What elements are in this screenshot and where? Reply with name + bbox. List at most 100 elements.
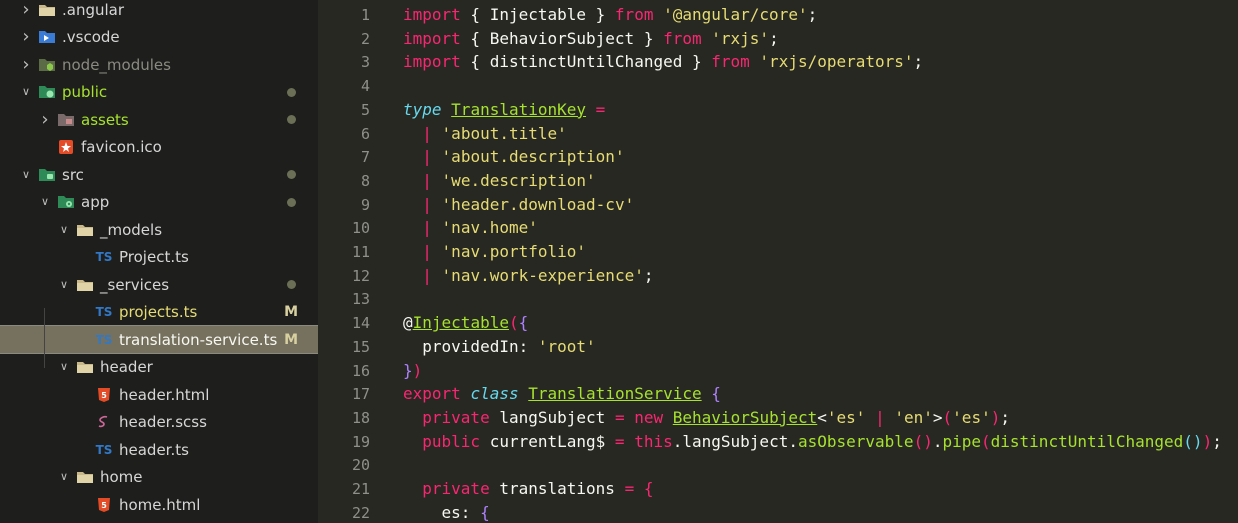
explorer-item-vscode[interactable]: › .vscode xyxy=(0,24,318,51)
code-line[interactable]: | 'we.description' xyxy=(403,170,596,190)
explorer-item-node-modules[interactable]: › node_modules xyxy=(0,51,318,78)
explorer-item-header-scss[interactable]: header.scss xyxy=(0,409,318,436)
vscode-folder-icon xyxy=(38,29,56,45)
code-line[interactable]: export class TranslationService { xyxy=(403,384,721,403)
sass-icon xyxy=(95,414,113,430)
explorer-item-label: _services xyxy=(100,275,170,294)
explorer-item-header-html[interactable]: 5 header.html xyxy=(0,381,318,408)
vscode-window: › .angular › .vscode › node_modules ∨ public › as… xyxy=(0,0,1238,523)
modified-dot xyxy=(287,115,296,124)
line-number: 11 xyxy=(351,243,370,261)
explorer-item-src[interactable]: ∨ src xyxy=(0,161,318,188)
code-editor[interactable]: 1 import { Injectable } from '@angular/co… xyxy=(318,0,1238,523)
line-number: 6 xyxy=(360,124,370,143)
line-number: 19 xyxy=(351,432,370,451)
explorer-item-header[interactable]: ∨ header xyxy=(0,354,318,381)
code-line[interactable]: public currentLang$ = this.langSubject.a… xyxy=(403,432,1222,451)
code-line[interactable]: | 'nav.work-experience'; xyxy=(403,266,653,285)
chevron-down-icon[interactable]: ∨ xyxy=(39,196,51,208)
code-token: () xyxy=(913,431,933,451)
modified-dot xyxy=(287,280,296,289)
code-line[interactable]: providedIn: 'root' xyxy=(403,337,595,356)
code-token: 'es' xyxy=(826,407,866,427)
code-token: @ xyxy=(403,313,413,333)
explorer-item-header-ts[interactable]: TS header.ts xyxy=(0,436,318,463)
chevron-down-icon[interactable]: ∨ xyxy=(58,278,70,291)
code-line[interactable]: es: { xyxy=(403,503,490,522)
code-line[interactable]: | 'about.description' xyxy=(403,147,624,167)
line-number: 15 xyxy=(351,337,370,356)
explorer-item-services[interactable]: ∨ _services xyxy=(0,271,318,298)
chevron-down-icon[interactable]: ∨ xyxy=(58,223,70,236)
chevron-right-icon[interactable]: › xyxy=(20,28,32,46)
code-token: | xyxy=(422,147,432,167)
code-line[interactable]: }) xyxy=(403,361,422,380)
code-token: export xyxy=(403,384,461,404)
code-token: langSubject xyxy=(489,407,615,427)
line-number: 16 xyxy=(351,361,370,380)
line-number: 21 xyxy=(351,480,370,498)
code-token: from xyxy=(711,52,750,72)
chevron-right-icon[interactable]: › xyxy=(20,55,32,73)
line-number: 1 xyxy=(360,6,370,24)
code-token: () xyxy=(1183,431,1203,451)
code-token: 'nav.work-experience' xyxy=(441,265,644,285)
explorer-item-models[interactable]: ∨ _models xyxy=(0,216,318,243)
code-token: .langSubject. xyxy=(672,431,798,451)
code-line[interactable]: | 'about.title' xyxy=(403,124,567,143)
explorer-item-home[interactable]: ∨ home xyxy=(0,464,318,491)
code-token: es: xyxy=(403,502,481,522)
chevron-down-icon[interactable]: ∨ xyxy=(20,86,32,98)
code-line[interactable]: | 'nav.portfolio' xyxy=(403,242,586,261)
typescript-icon: TS xyxy=(95,250,113,264)
code-token: ; xyxy=(769,28,779,48)
code-token: } xyxy=(403,360,413,380)
explorer-item-projects-ts[interactable]: TS projects.ts M xyxy=(0,299,318,326)
line-number: 9 xyxy=(360,195,370,214)
code-token: from xyxy=(614,5,654,24)
code-line[interactable]: import { BehaviorSubject } from 'rxjs'; xyxy=(403,29,779,48)
code-line[interactable]: import { Injectable } from '@angular/cor… xyxy=(403,5,817,24)
chevron-right-icon[interactable]: › xyxy=(20,0,32,18)
code-token: ; xyxy=(913,52,924,72)
code-token: ( xyxy=(981,431,991,451)
code-token: 'we.description' xyxy=(441,170,596,190)
explorer-item-assets[interactable]: › assets xyxy=(0,106,318,133)
line-number: 14 xyxy=(351,314,370,333)
explorer-item-label: src xyxy=(62,165,84,184)
code-line[interactable]: private langSubject = new BehaviorSubjec… xyxy=(403,408,1010,427)
html-icon: 5 xyxy=(95,387,113,403)
line-number: 8 xyxy=(360,171,370,190)
code-line[interactable]: private translations = { xyxy=(403,479,653,498)
explorer-item-public[interactable]: ∨ public xyxy=(0,79,318,106)
chevron-down-icon[interactable]: ∨ xyxy=(58,361,70,373)
explorer-item-home-html[interactable]: 5 home.html xyxy=(0,491,318,518)
explorer-item-label: node_modules xyxy=(62,55,171,74)
explorer-item-favicon-ico[interactable]: favicon.ico xyxy=(0,134,318,161)
code-line[interactable]: type TranslationKey = xyxy=(403,100,605,119)
explorer-item-project-ts[interactable]: TS Project.ts xyxy=(0,244,318,271)
code-token: import xyxy=(403,52,461,72)
explorer-item-translation-service-ts[interactable]: TS translation-service.ts M xyxy=(0,325,318,354)
chevron-down-icon[interactable]: ∨ xyxy=(20,168,32,181)
explorer-item-angular[interactable]: › .angular xyxy=(0,0,318,23)
explorer-item-app[interactable]: ∨ app xyxy=(0,189,318,216)
code-line[interactable]: | 'header.download-cv' xyxy=(403,195,634,214)
chevron-right-icon[interactable]: › xyxy=(39,110,51,128)
chevron-down-icon[interactable]: ∨ xyxy=(58,471,70,483)
code-token: | xyxy=(875,407,885,427)
code-token: Injectable xyxy=(412,313,509,333)
code-line[interactable]: | 'nav.home' xyxy=(403,218,538,237)
code-line[interactable]: @Injectable({ xyxy=(403,313,528,332)
code-line[interactable]: import { distinctUntilChanged } from 'rx… xyxy=(403,52,923,71)
code-token: = xyxy=(624,479,635,498)
